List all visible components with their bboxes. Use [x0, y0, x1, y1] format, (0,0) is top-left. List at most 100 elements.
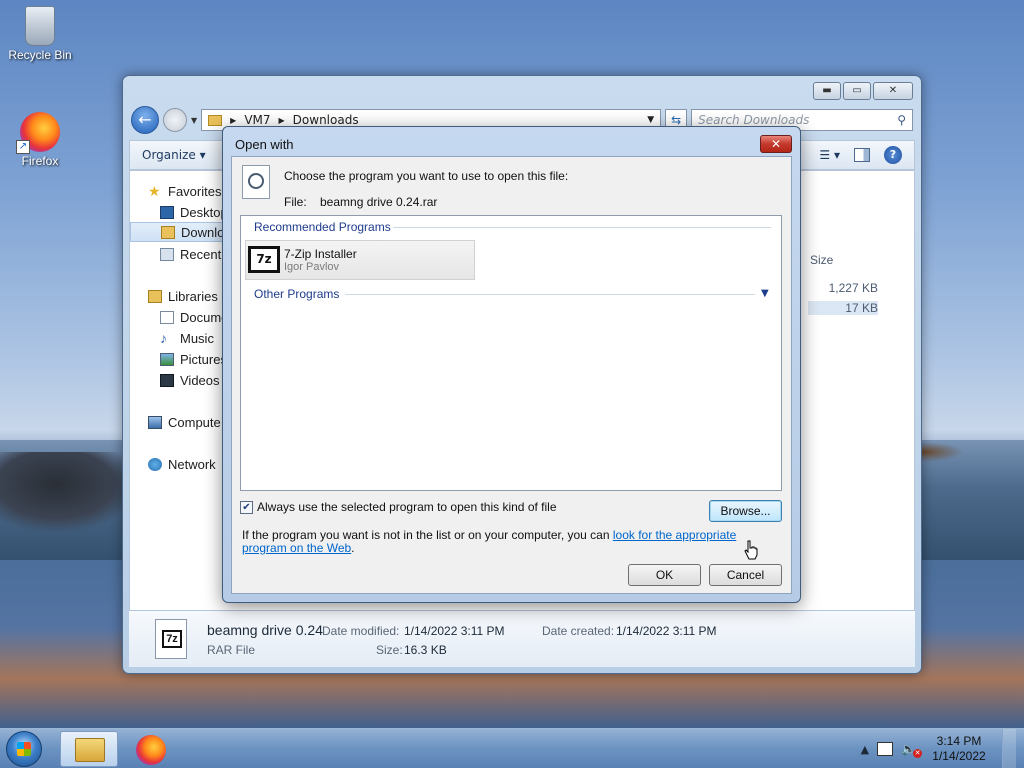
nav-label: Desktop — [180, 204, 228, 220]
show-hidden-icons-icon[interactable]: ▲ — [861, 743, 869, 756]
address-dropdown-icon[interactable]: ▼ — [647, 115, 654, 125]
music-icon: ♪ — [160, 329, 167, 346]
breadcrumb-vm7[interactable]: VM7 — [244, 113, 270, 127]
dialog-title: Open with — [235, 137, 294, 152]
rar-file-icon: 7z — [155, 619, 187, 659]
details-size-label: Size: — [376, 643, 403, 657]
clock-time: 3:14 PM — [936, 734, 982, 748]
nav-label: Compute — [168, 414, 221, 430]
nav-label: Videos — [180, 372, 220, 388]
recommended-programs-header: Recommended Programs — [254, 220, 391, 234]
taskbar: ▲ 🔈 ✕ 3:14 PM 1/14/2022 — [0, 728, 1024, 768]
search-icon[interactable]: ⚲ — [897, 113, 906, 127]
show-desktop-button[interactable] — [1002, 729, 1016, 768]
program-list: Recommended Programs 7z 7-Zip Installer … — [240, 215, 782, 491]
taskbar-firefox-button[interactable] — [122, 731, 180, 767]
details-modified-value: 1/14/2022 3:11 PM — [404, 624, 505, 638]
help-icon[interactable]: ? — [884, 146, 902, 164]
clock[interactable]: 3:14 PM 1/14/2022 — [924, 734, 994, 764]
system-tray: ▲ 🔈 ✕ 3:14 PM 1/14/2022 — [861, 729, 1024, 768]
maximize-button[interactable]: ▭ — [843, 82, 871, 100]
organize-label: Organize — [142, 148, 196, 162]
desktop-icon-label: Firefox — [21, 154, 59, 168]
breadcrumb-downloads[interactable]: Downloads — [293, 113, 359, 127]
info-text-tail: . — [351, 541, 355, 555]
details-created-label: Date created: — [542, 624, 615, 638]
recent-places-icon — [160, 247, 174, 261]
program-publisher: Igor Pavlov — [284, 261, 340, 273]
start-button[interactable] — [6, 731, 42, 767]
shortcut-arrow-icon: ↗ — [16, 140, 30, 154]
star-icon: ★ — [148, 182, 161, 199]
browse-button[interactable]: Browse... — [709, 500, 782, 522]
breadcrumb-separator-icon[interactable]: ▶ — [279, 116, 285, 125]
nav-label: Libraries — [168, 288, 218, 304]
firefox-icon — [136, 735, 166, 765]
magnifier-document-icon — [242, 165, 270, 199]
always-use-checkbox[interactable]: ✔ — [240, 500, 253, 514]
breadcrumb-separator-icon[interactable]: ▶ — [230, 116, 236, 125]
desktop-icon — [160, 205, 174, 219]
7zip-icon: 7z — [248, 246, 280, 273]
taskbar-explorer-button[interactable] — [60, 731, 118, 767]
videos-icon — [160, 373, 174, 387]
always-use-label: Always use the selected program to open … — [257, 500, 557, 514]
program-name: 7-Zip Installer — [284, 247, 357, 261]
cancel-button[interactable]: Cancel — [709, 564, 782, 586]
nav-label: Downlo — [181, 224, 225, 240]
details-file-name: beamng drive 0.24 — [207, 622, 323, 638]
other-programs-header[interactable]: Other Programs — [254, 287, 339, 301]
nav-label: Favorites — [168, 183, 222, 199]
back-button[interactable]: ← — [131, 106, 159, 134]
dialog-close-button[interactable]: ✕ — [760, 135, 792, 153]
downloads-folder-icon — [161, 225, 175, 239]
nav-label: Network — [168, 456, 216, 472]
dialog-prompt: Choose the program you want to use to op… — [284, 169, 569, 183]
nav-label: Pictures — [180, 351, 227, 367]
organize-button[interactable]: Organize ▾ — [142, 148, 206, 162]
view-options-icon[interactable]: ☰ ▾ — [819, 148, 840, 162]
file-size-cell: 1,227 KB — [828, 281, 878, 295]
recycle-bin-icon — [25, 6, 55, 46]
program-item-7zip[interactable]: 7z 7-Zip Installer Igor Pavlov — [245, 240, 475, 280]
dialog-body: Choose the program you want to use to op… — [231, 156, 792, 594]
action-center-flag-icon[interactable] — [877, 742, 894, 756]
close-button[interactable]: ✕ — [873, 82, 913, 100]
search-placeholder: Search Downloads — [698, 113, 810, 127]
desktop-icon-label: Recycle Bin — [8, 48, 72, 62]
details-pane: 7z beamng drive 0.24 RAR File Date modif… — [129, 611, 915, 667]
open-with-dialog: Open with ✕ Choose the program you want … — [222, 126, 801, 603]
recent-pages-dropdown[interactable]: ▼ — [191, 116, 197, 125]
hand-cursor-icon — [744, 540, 758, 560]
folder-icon — [208, 114, 223, 126]
forward-button[interactable] — [163, 108, 187, 132]
details-file-type: RAR File — [207, 643, 256, 657]
ok-button[interactable]: OK — [628, 564, 701, 586]
chevron-down-icon[interactable]: ▼ — [761, 288, 769, 299]
column-header-size[interactable]: Size — [810, 253, 833, 267]
firefox-icon: ↗ — [16, 112, 60, 154]
window-controls: ▬ ▭ ✕ — [813, 82, 913, 100]
group-divider — [393, 227, 771, 228]
nav-label: Music — [180, 330, 214, 346]
file-size-cell: 17 KB — [808, 301, 878, 315]
details-size-value: 16.3 KB — [404, 643, 447, 657]
always-use-row[interactable]: ✔ Always use the selected program to ope… — [240, 500, 557, 514]
explorer-folder-icon — [75, 738, 105, 762]
libraries-icon — [148, 289, 162, 303]
minimize-button[interactable]: ▬ — [813, 82, 841, 100]
computer-icon — [148, 415, 162, 429]
volume-muted-icon[interactable]: 🔈 ✕ — [901, 742, 922, 758]
wallpaper-rocks — [0, 452, 140, 532]
details-created-value: 1/14/2022 3:11 PM — [616, 624, 717, 638]
details-modified-label: Date modified: — [322, 624, 400, 638]
network-icon — [148, 457, 162, 471]
pictures-icon — [160, 352, 174, 366]
desktop-icon-recycle-bin[interactable]: Recycle Bin — [2, 6, 78, 62]
info-text: If the program you want is not in the li… — [242, 529, 782, 555]
file-label: File: — [284, 195, 307, 209]
desktop-icon-firefox[interactable]: ↗ Firefox — [2, 112, 78, 168]
preview-pane-icon[interactable] — [854, 148, 870, 162]
documents-icon — [160, 310, 174, 324]
info-text-body: If the program you want is not in the li… — [242, 528, 613, 542]
